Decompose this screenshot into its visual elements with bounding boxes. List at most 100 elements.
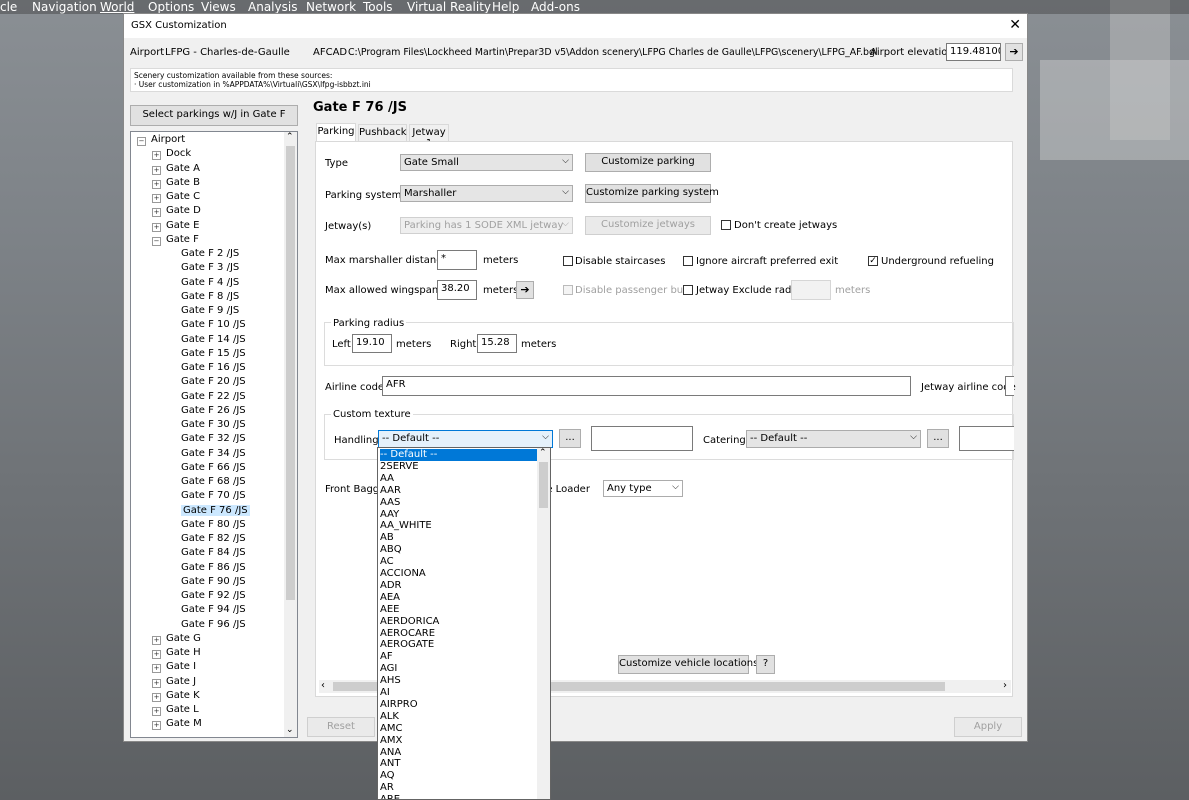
tree-item-parking[interactable]: Gate F 2 /JS xyxy=(181,248,239,259)
tree-item-parking[interactable]: Gate F 32 /JS xyxy=(181,433,246,444)
elevation-field[interactable]: 119.481000 xyxy=(946,43,1001,61)
expand-icon[interactable]: + xyxy=(152,707,161,716)
scroll-up-icon[interactable]: ⌃ xyxy=(286,132,294,142)
reset-button[interactable]: Reset xyxy=(307,717,375,737)
tree-item-group[interactable]: Gate C xyxy=(166,191,200,202)
catering-texture-field[interactable] xyxy=(959,426,1014,451)
sim-menu-options[interactable]: Options xyxy=(148,0,194,14)
tree-item-parking[interactable]: Gate F 26 /JS xyxy=(181,405,246,416)
dropdown-option[interactable]: 2SERVE xyxy=(380,461,538,473)
tree-item-parking[interactable]: Gate F 22 /JS xyxy=(181,391,246,402)
tree-item-parking[interactable]: Gate F 70 /JS xyxy=(181,490,246,501)
dropdown-option[interactable]: AAR xyxy=(380,485,538,497)
apply-button[interactable]: Apply xyxy=(954,717,1022,737)
parking-system-select[interactable]: Marshaller ⌵ xyxy=(400,185,573,202)
dropdown-option[interactable]: ABQ xyxy=(380,544,538,556)
handling-dropdown-list[interactable]: -- Default -- 2SERVE AA AAR AAS AAY AA_WHITE AB… xyxy=(377,447,551,800)
dropdown-option[interactable]: AC xyxy=(380,556,538,568)
tree-item-parking[interactable]: Gate F 16 /JS xyxy=(181,362,246,373)
tree-item-gate-f[interactable]: Gate F xyxy=(166,234,199,245)
dropdown-option[interactable]: AGI xyxy=(380,663,538,675)
tree-item-parking[interactable]: Gate F 34 /JS xyxy=(181,448,246,459)
disable-bus-checkbox[interactable] xyxy=(563,285,573,295)
tree-item-parking[interactable]: Gate F 90 /JS xyxy=(181,576,246,587)
tree-item-parking[interactable]: Gate F 86 /JS xyxy=(181,562,246,573)
customize-parking-system-button[interactable]: Customize parking system xyxy=(585,184,719,203)
dropdown-option[interactable]: AB xyxy=(380,532,538,544)
tree-item-parking[interactable]: Gate F 80 /JS xyxy=(181,519,246,530)
radius-left-field[interactable]: 19.10 xyxy=(352,334,392,353)
dropdown-option[interactable]: AA xyxy=(380,473,538,485)
collapse-icon[interactable]: − xyxy=(152,236,161,246)
dropdown-scroll-thumb[interactable] xyxy=(539,462,548,508)
jetways-select[interactable]: Parking has 1 SODE XML jetway ⌵ xyxy=(400,217,573,234)
expand-icon[interactable]: + xyxy=(152,721,161,731)
dropdown-option[interactable]: AEA xyxy=(380,592,538,604)
scroll-up-icon[interactable]: ⌃ xyxy=(539,448,547,458)
expand-icon[interactable]: + xyxy=(152,635,161,645)
tree-item-parking[interactable]: Gate F 20 /JS xyxy=(181,376,246,387)
tree-item-parking[interactable]: Gate F 8 /JS xyxy=(181,291,239,302)
tree-item-group[interactable]: Gate D xyxy=(166,205,201,216)
tree-item-group[interactable]: Dock xyxy=(166,148,191,159)
tab-pushback[interactable]: Pushback xyxy=(358,124,407,141)
tree-item-parking[interactable]: Gate F 66 /JS xyxy=(181,462,246,473)
dont-create-jetways-checkbox[interactable] xyxy=(721,220,731,230)
customize-parking-button[interactable]: Customize parking xyxy=(585,153,711,172)
dropdown-option[interactable]: AQ xyxy=(380,770,538,782)
parking-tree[interactable]: − Airport + Dock + Gate A + Gate B + Gate C + Gate … xyxy=(130,131,298,738)
jetway-exclude-checkbox[interactable] xyxy=(683,285,693,295)
dropdown-option[interactable]: AHS xyxy=(380,675,538,687)
jetway-airline-field[interactable] xyxy=(1005,376,1014,396)
expand-icon[interactable]: + xyxy=(152,650,161,659)
tree-item-parking[interactable]: Gate F 4 /JS xyxy=(181,277,239,288)
dropdown-option[interactable]: ALK xyxy=(380,711,538,723)
sim-menu-tools[interactable]: Tools xyxy=(363,0,393,14)
tree-item-group[interactable]: Gate I xyxy=(166,661,196,672)
airline-codes-field[interactable]: AFR xyxy=(382,376,911,396)
dropdown-option[interactable]: AEROGATE xyxy=(380,639,538,651)
sim-menu-views[interactable]: Views xyxy=(201,0,236,14)
tree-item-parking[interactable]: Gate F 76 /JS xyxy=(181,504,250,516)
dropdown-option[interactable]: ANA xyxy=(380,747,538,759)
scroll-right-icon[interactable]: › xyxy=(1003,680,1007,691)
expand-icon[interactable]: + xyxy=(152,678,161,688)
tree-item-group[interactable]: Gate A xyxy=(166,163,200,174)
dropdown-scrollbar[interactable]: ⌃ xyxy=(537,448,550,799)
plane-icon-button[interactable]: ➔ xyxy=(516,281,534,299)
dropdown-option[interactable]: AA_WHITE xyxy=(380,520,538,532)
tree-item-group[interactable]: Gate K xyxy=(166,690,200,701)
scroll-left-icon[interactable]: ‹ xyxy=(321,680,325,691)
handling-texture-field[interactable] xyxy=(591,426,693,451)
plane-icon-button[interactable]: ➔ xyxy=(1005,43,1023,61)
max-wingspan-field[interactable]: 38.20 xyxy=(437,280,477,300)
dropdown-option[interactable]: ARE xyxy=(380,794,538,799)
dropdown-option[interactable]: AF xyxy=(380,651,538,663)
sim-menu-navigation[interactable]: Navigation xyxy=(32,0,97,14)
tree-item-parking[interactable]: Gate F 84 /JS xyxy=(181,547,246,558)
expand-icon[interactable]: + xyxy=(152,692,161,702)
sim-menu-analysis[interactable]: Analysis xyxy=(248,0,297,14)
tree-item-parking[interactable]: Gate F 9 /JS xyxy=(181,305,239,316)
dropdown-option[interactable]: AR xyxy=(380,782,538,794)
tree-item-airport[interactable]: Airport xyxy=(151,134,185,145)
select-parkings-button[interactable]: Select parkings w/J in Gate F xyxy=(130,105,298,126)
type-select[interactable]: Gate Small ⌵ xyxy=(400,154,573,171)
tab-jetway-1[interactable]: Jetway 1 xyxy=(409,124,449,149)
dropdown-option[interactable]: ACCIONA xyxy=(380,568,538,580)
sim-menu-add-ons[interactable]: Add-ons xyxy=(531,0,580,14)
handling-select[interactable]: -- Default -- ⌵ xyxy=(378,430,553,448)
tree-scroll-thumb[interactable] xyxy=(286,146,295,600)
ignore-exit-checkbox[interactable] xyxy=(683,256,693,266)
dropdown-option[interactable]: AMX xyxy=(380,735,538,747)
catering-select[interactable]: -- Default -- ⌵ xyxy=(746,430,921,448)
tree-item-group[interactable]: Gate B xyxy=(166,177,200,188)
expand-icon[interactable]: + xyxy=(152,664,161,674)
expand-icon[interactable]: + xyxy=(152,179,161,189)
tree-item-parking[interactable]: Gate F 94 /JS xyxy=(181,604,246,615)
dropdown-option[interactable]: ADR xyxy=(380,580,538,592)
expand-icon[interactable]: + xyxy=(152,151,161,161)
tree-item-group[interactable]: Gate G xyxy=(166,633,201,644)
dropdown-option[interactable]: AEROCARE xyxy=(380,628,538,640)
dropdown-option[interactable]: AAY xyxy=(380,509,538,521)
